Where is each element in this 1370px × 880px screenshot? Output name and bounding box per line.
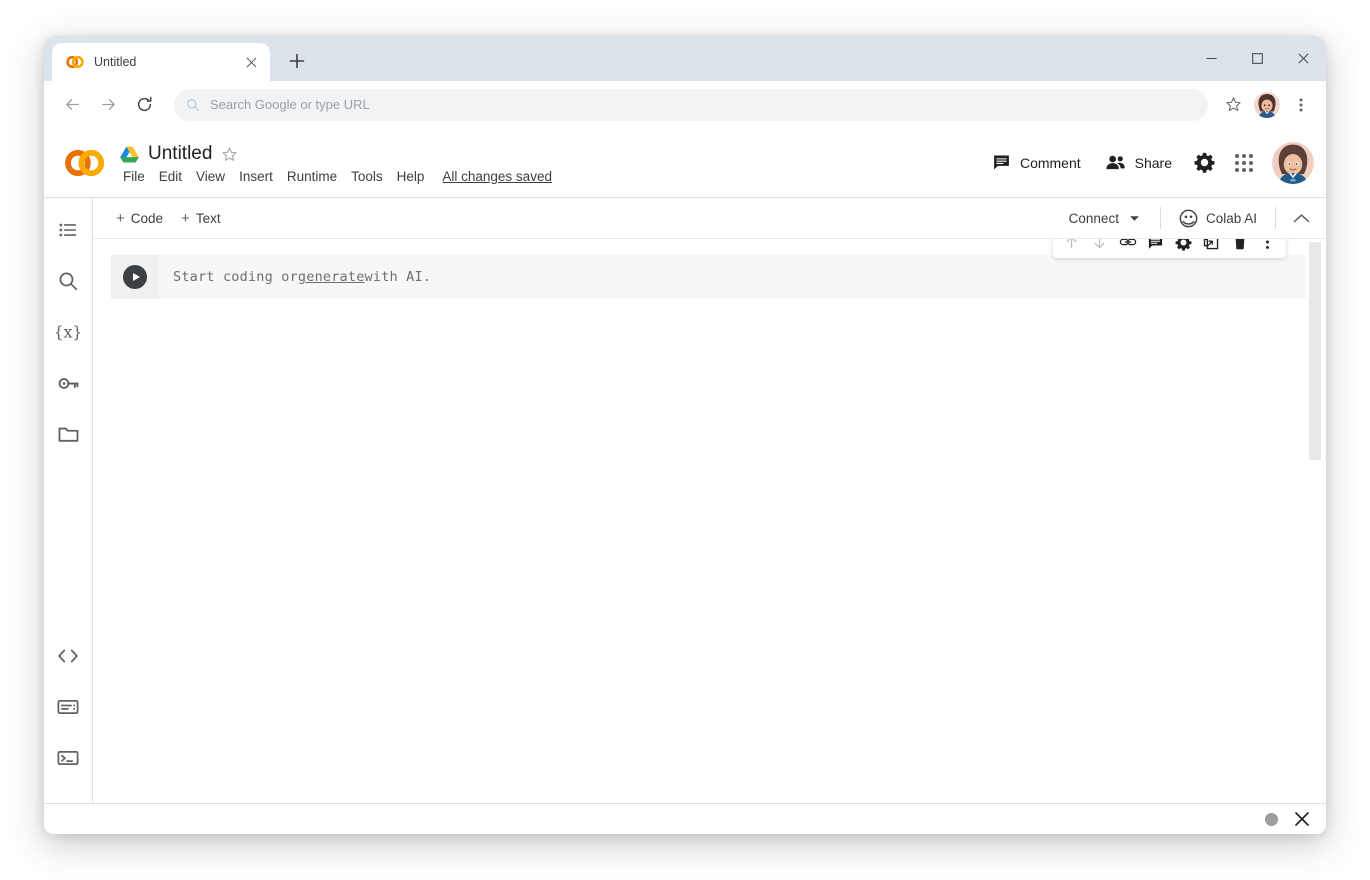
sidebar-item-secrets[interactable]	[48, 363, 88, 403]
sidebar-item-find-replace[interactable]	[48, 261, 88, 301]
people-icon	[1105, 153, 1126, 172]
back-arrow-icon[interactable]	[56, 89, 88, 121]
comment-button[interactable]: Comment	[980, 145, 1093, 180]
link-to-cell-button[interactable]	[1114, 239, 1141, 256]
menu-item-tools[interactable]: Tools	[351, 169, 383, 184]
app-body: {x}	[44, 197, 1326, 803]
notebook-canvas: Start coding or generate with AI.	[93, 239, 1326, 803]
sidebar-item-files[interactable]	[48, 414, 88, 454]
header-actions: Comment Share	[980, 142, 1314, 184]
colab-ai-label: Colab AI	[1206, 211, 1257, 226]
sidebar-item-table-of-contents[interactable]	[48, 210, 88, 250]
more-cell-actions-button[interactable]	[1254, 239, 1281, 256]
menu-item-runtime[interactable]: Runtime	[287, 169, 337, 184]
delete-cell-button[interactable]	[1226, 239, 1253, 256]
notebook-scrollbar[interactable]	[1309, 242, 1321, 460]
left-sidebar: {x}	[44, 197, 93, 803]
comment-button-label: Comment	[1020, 155, 1081, 171]
three-dot-menu-icon[interactable]	[1286, 90, 1316, 120]
add-comment-button[interactable]	[1142, 239, 1169, 256]
add-text-cell-label: Text	[196, 211, 221, 226]
menu-item-edit[interactable]: Edit	[159, 169, 182, 184]
mirror-cell-button[interactable]	[1198, 239, 1225, 256]
move-cell-up-button[interactable]	[1058, 239, 1085, 256]
sidebar-item-code-snippets[interactable]	[48, 636, 88, 676]
search-icon	[186, 98, 200, 112]
address-bar-placeholder: Search Google or type URL	[210, 97, 370, 112]
share-button[interactable]: Share	[1093, 145, 1184, 180]
collapse-header-button[interactable]	[1286, 203, 1316, 233]
browser-toolbar: Search Google or type URL	[44, 81, 1326, 128]
menu-item-insert[interactable]: Insert	[239, 169, 273, 184]
minimize-icon[interactable]	[1188, 36, 1234, 81]
tab-strip: Untitled	[44, 36, 1326, 81]
account-avatar[interactable]	[1272, 142, 1314, 184]
add-code-cell-button[interactable]: + Code	[107, 206, 172, 231]
connect-button[interactable]: Connect	[1059, 205, 1150, 232]
maximize-icon[interactable]	[1234, 36, 1280, 81]
colab-header: Untitled File Edit View Insert Runtime T…	[44, 128, 1326, 197]
browser-tab[interactable]: Untitled	[52, 43, 270, 81]
toolbar-divider	[1275, 207, 1276, 229]
colab-ai-button[interactable]: Colab AI	[1171, 203, 1265, 234]
comment-icon	[992, 153, 1011, 172]
cell-placeholder-suffix: with AI.	[365, 269, 432, 285]
window-controls	[1188, 36, 1326, 81]
plus-icon: +	[116, 211, 125, 226]
cell-placeholder[interactable]: Start coding or generate with AI.	[159, 255, 1306, 299]
notebook-toolbar: + Code + Text Connect	[93, 197, 1326, 239]
close-status-bar-button[interactable]	[1294, 811, 1310, 827]
menu-item-help[interactable]: Help	[397, 169, 425, 184]
sidebar-item-terminal[interactable]	[48, 738, 88, 778]
google-drive-icon	[120, 146, 139, 163]
menu-item-view[interactable]: View	[196, 169, 225, 184]
tab-title: Untitled	[94, 55, 232, 69]
notebook-title-block: Untitled File Edit View Insert Runtime T…	[120, 141, 552, 184]
profile-avatar[interactable]	[1254, 92, 1280, 118]
page-title[interactable]: Untitled	[148, 143, 212, 165]
address-bar[interactable]: Search Google or type URL	[174, 89, 1208, 121]
share-button-label: Share	[1135, 155, 1172, 171]
busy-indicator-icon	[1265, 813, 1278, 826]
code-cell[interactable]: Start coding or generate with AI.	[111, 255, 1306, 299]
colab-favicon	[66, 53, 84, 71]
svg-text:{x}: {x}	[56, 323, 80, 342]
apps-grid-icon[interactable]	[1224, 143, 1264, 183]
cell-settings-button[interactable]	[1170, 239, 1197, 256]
browser-window: Untitled	[44, 36, 1326, 834]
connect-label: Connect	[1069, 211, 1119, 226]
add-code-cell-label: Code	[131, 211, 163, 226]
reload-icon[interactable]	[128, 89, 160, 121]
star-outline-icon[interactable]	[221, 146, 238, 163]
cell-placeholder-prefix: Start coding or	[173, 269, 298, 285]
sidebar-item-command-palette[interactable]	[48, 687, 88, 727]
add-text-cell-button[interactable]: + Text	[172, 206, 230, 231]
generate-with-ai-link[interactable]: generate	[298, 269, 365, 285]
new-tab-button[interactable]	[280, 44, 314, 78]
menu-bar: File Edit View Insert Runtime Tools Help…	[120, 169, 552, 184]
save-status[interactable]: All changes saved	[442, 169, 552, 184]
notebook-area: + Code + Text Connect	[93, 197, 1326, 803]
toolbar-divider	[1160, 207, 1161, 229]
colab-ai-face-icon	[1179, 209, 1198, 228]
close-icon[interactable]	[1280, 36, 1326, 81]
menu-item-file[interactable]: File	[123, 169, 145, 184]
move-cell-down-button[interactable]	[1086, 239, 1113, 256]
sidebar-item-variables[interactable]: {x}	[48, 312, 88, 352]
cell-gutter	[111, 255, 159, 299]
status-bar	[44, 803, 1326, 834]
caret-down-icon	[1129, 215, 1140, 222]
settings-gear-icon[interactable]	[1184, 143, 1224, 183]
run-cell-button[interactable]	[123, 265, 147, 289]
plus-icon: +	[181, 211, 190, 226]
forward-arrow-icon[interactable]	[92, 89, 124, 121]
colab-logo[interactable]	[62, 148, 108, 178]
cell-action-toolbar	[1053, 239, 1286, 258]
tab-close-icon[interactable]	[242, 53, 260, 71]
bookmark-star-icon[interactable]	[1218, 90, 1248, 120]
